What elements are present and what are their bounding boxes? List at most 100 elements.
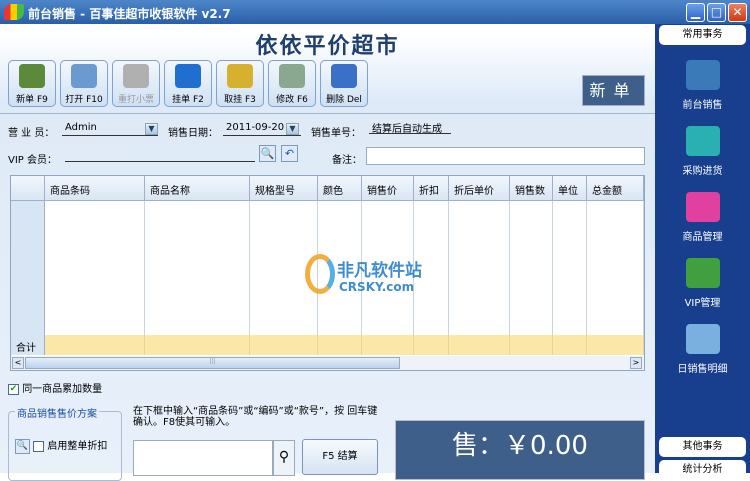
users-icon bbox=[685, 258, 720, 288]
column-header[interactable]: 折后单价 bbox=[449, 176, 510, 201]
divider bbox=[0, 113, 655, 114]
column-header[interactable]: 单位 bbox=[553, 176, 587, 201]
grid-column-cells[interactable] bbox=[449, 201, 510, 335]
mode-label: 新单 bbox=[582, 75, 645, 106]
app-logo-icon bbox=[4, 4, 24, 20]
grid-column-cells[interactable] bbox=[587, 201, 644, 335]
close-button[interactable]: ✕ bbox=[728, 3, 747, 22]
document-icon bbox=[19, 64, 45, 88]
total-cell bbox=[45, 335, 145, 355]
vip-label: VIP 会员： bbox=[8, 155, 57, 166]
discount-icon: 🔍 bbox=[15, 438, 30, 454]
row-header bbox=[11, 201, 45, 335]
search-icon[interactable]: ⚲ bbox=[273, 440, 295, 476]
column-header[interactable]: 规格型号 bbox=[250, 176, 318, 201]
laptop-icon bbox=[685, 60, 720, 90]
column-header[interactable]: 总金额 bbox=[587, 176, 644, 201]
column-header[interactable]: 销售价 bbox=[362, 176, 414, 201]
reprint-receipt-button: 重打小票 bbox=[112, 60, 160, 107]
total-cell bbox=[414, 335, 449, 355]
column-header[interactable]: 颜色 bbox=[318, 176, 362, 201]
checkbox-checked[interactable]: ✔ bbox=[8, 383, 19, 395]
input-hint: 在下框中输入“商品条码”或“编码”或“款号”，按 回车键 确认。F8使其可输入。 bbox=[133, 406, 378, 428]
sidebar-item-vip-management[interactable]: VIP管理 bbox=[655, 258, 750, 309]
window-title: 前台销售 - 百事佳超市收银软件 v2.7 bbox=[28, 7, 231, 21]
magnifier-report-icon bbox=[685, 324, 720, 354]
column-header[interactable]: 商品名称 bbox=[145, 176, 250, 201]
date-label: 销售日期： bbox=[168, 128, 218, 139]
barcode-input[interactable] bbox=[133, 440, 273, 476]
vip-input[interactable] bbox=[65, 148, 255, 162]
open-button[interactable]: 打开 F10 bbox=[60, 60, 108, 107]
edit-button[interactable]: 修改 F6 bbox=[268, 60, 316, 107]
column-header[interactable]: 折扣 bbox=[414, 176, 449, 201]
chevron-down-icon[interactable]: ▼ bbox=[145, 123, 158, 135]
whole-discount-option[interactable]: 🔍 启用整单折扣 bbox=[15, 437, 107, 454]
hold-order-button[interactable]: 挂单 F2 bbox=[164, 60, 212, 107]
price-scheme-group: 商品销售售价方案 🔍 启用整单折扣 bbox=[8, 405, 122, 481]
accumulate-checkbox[interactable]: ✔ 同一商品累加数量 bbox=[8, 380, 102, 395]
printer-icon bbox=[123, 64, 149, 88]
scroll-thumb[interactable]: ||| bbox=[25, 357, 400, 369]
sidebar-item-purchase[interactable]: 采购进货 bbox=[655, 126, 750, 177]
chevron-down-icon[interactable]: ▼ bbox=[286, 123, 299, 135]
clerk-select[interactable]: Admin bbox=[62, 122, 158, 136]
button-label: 新单 F9 bbox=[16, 95, 48, 105]
title-bar: 前台销售 - 百事佳超市收银软件 v2.7 ▁ □ ✕ bbox=[0, 0, 750, 24]
folder-icon bbox=[71, 64, 97, 88]
sidebar-item-label: 采购进货 bbox=[682, 166, 723, 177]
total-cell bbox=[318, 335, 362, 355]
sale-total-display: 售：￥0.00 bbox=[395, 420, 645, 480]
undo-icon[interactable]: ↶ bbox=[281, 145, 298, 162]
basket-icon bbox=[685, 126, 720, 156]
total-cell bbox=[587, 335, 644, 355]
order-no-label: 销售单号： bbox=[311, 128, 361, 139]
tab-common-tasks[interactable]: 常用事务 bbox=[659, 25, 746, 45]
checkbox-unchecked[interactable] bbox=[33, 440, 45, 452]
scroll-right-button[interactable]: > bbox=[630, 357, 642, 369]
shop-name: 依依平价超市 bbox=[255, 34, 400, 59]
button-label: 取挂 F3 bbox=[224, 95, 256, 105]
new-order-button[interactable]: 新单 F9 bbox=[8, 60, 56, 107]
sidebar-item-label: 日销售明细 bbox=[677, 364, 728, 375]
grid-column-cells[interactable] bbox=[45, 201, 145, 335]
key-lock-icon bbox=[227, 64, 253, 88]
total-label: 合计 bbox=[11, 335, 45, 355]
total-cell bbox=[145, 335, 250, 355]
button-label: 打开 F10 bbox=[65, 95, 103, 105]
tab-other-tasks[interactable]: 其他事务 bbox=[659, 437, 746, 457]
sidebar-item-label: 商品管理 bbox=[682, 232, 723, 243]
lock-icon bbox=[175, 64, 201, 88]
scroll-left-button[interactable]: < bbox=[12, 357, 24, 369]
column-header[interactable]: 销售数 bbox=[510, 176, 553, 201]
sidebar: 常用事务 前台销售 采购进货 商品管理 VIP管理 日销售明细 其他事务 统计分… bbox=[655, 24, 750, 480]
button-label: 修改 F6 bbox=[276, 95, 308, 105]
sidebar-item-product-management[interactable]: 商品管理 bbox=[655, 192, 750, 243]
grid-column-cells[interactable] bbox=[145, 201, 250, 335]
button-label: 重打小票 bbox=[117, 95, 154, 105]
settle-button[interactable]: F5 结算 bbox=[302, 439, 378, 475]
grid-column-cells[interactable] bbox=[553, 201, 587, 335]
tab-statistics[interactable]: 统计分析 bbox=[659, 460, 746, 480]
clerk-label: 营 业 员： bbox=[8, 128, 55, 139]
grid-column-cells[interactable] bbox=[510, 201, 553, 335]
maximize-button[interactable]: □ bbox=[707, 3, 726, 22]
edit-icon bbox=[279, 64, 305, 88]
accumulate-label: 同一商品累加数量 bbox=[22, 384, 103, 395]
column-header[interactable]: 商品条码 bbox=[45, 176, 145, 201]
horizontal-scrollbar[interactable]: < ||| > bbox=[11, 356, 644, 370]
whole-discount-label: 启用整单折扣 bbox=[47, 441, 108, 452]
retrieve-held-button[interactable]: 取挂 F3 bbox=[216, 60, 264, 107]
sidebar-item-label: VIP管理 bbox=[684, 298, 721, 309]
tshirt-icon bbox=[685, 192, 720, 222]
total-cell bbox=[250, 335, 318, 355]
delete-button[interactable]: 删除 Del bbox=[320, 60, 368, 107]
total-cell bbox=[510, 335, 553, 355]
note-input[interactable] bbox=[366, 147, 645, 165]
button-label: 删除 Del bbox=[326, 95, 362, 105]
sidebar-item-front-sales[interactable]: 前台销售 bbox=[655, 60, 750, 111]
minimize-button[interactable]: ▁ bbox=[686, 3, 705, 22]
sidebar-item-daily-sales-detail[interactable]: 日销售明细 bbox=[655, 324, 750, 375]
watermark: 非凡软件站 CRSKY.com bbox=[305, 252, 445, 302]
search-icon[interactable]: 🔍 bbox=[259, 145, 276, 162]
